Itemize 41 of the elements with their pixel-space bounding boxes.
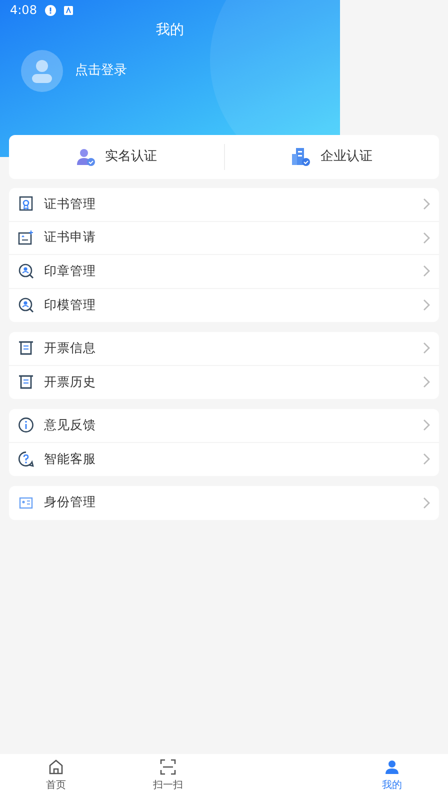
menu-item[interactable]: 印章管理 [44,262,96,281]
seal-search-icon [18,297,34,314]
chevron-right-icon [423,342,430,354]
avatar-icon[interactable] [21,50,63,92]
menu-item[interactable]: 开票历史 [44,372,96,392]
nav-tab-label[interactable]: 我的 [382,778,402,793]
menu-item[interactable]: 意见反馈 [44,416,96,435]
menu-item[interactable]: 智能客服 [44,450,96,469]
receipt-icon [18,340,34,356]
person-check-icon [76,147,96,167]
chevron-right-icon [423,496,430,509]
chevron-right-icon [423,265,430,278]
menu-item[interactable]: 身份管理 [44,493,96,512]
receipt-icon [18,374,34,390]
menu-item[interactable]: 印模管理 [44,296,96,315]
nav-tab-label[interactable]: 首页 [46,778,66,793]
building-check-icon [291,147,312,167]
chevron-right-icon [423,376,430,388]
auth-option[interactable]: 实名认证 [104,147,157,167]
id-card-icon [19,496,33,510]
scan-icon [160,759,176,775]
chevron-right-icon [423,453,430,466]
chevron-right-icon [423,232,430,244]
menu-item[interactable]: 证书申请 [44,228,96,248]
person-icon [384,759,400,775]
info-icon [18,417,34,434]
status-time: 4:08 [10,2,37,19]
page-title: 我的 [156,20,184,40]
nav-tab-label[interactable]: 扫一扫 [153,778,183,793]
auth-option[interactable]: 企业认证 [320,147,372,167]
home-icon [48,759,64,775]
certificate-icon [18,196,34,212]
alert-icon [44,4,56,16]
chevron-right-icon [423,419,430,432]
seal-search-icon [18,263,34,280]
chevron-right-icon [423,299,430,312]
menu-item[interactable]: 证书管理 [44,194,96,214]
help-icon [18,451,34,468]
certificate-add-icon [18,230,34,246]
menu-item[interactable]: 开票信息 [44,338,96,358]
chevron-right-icon [423,198,430,210]
